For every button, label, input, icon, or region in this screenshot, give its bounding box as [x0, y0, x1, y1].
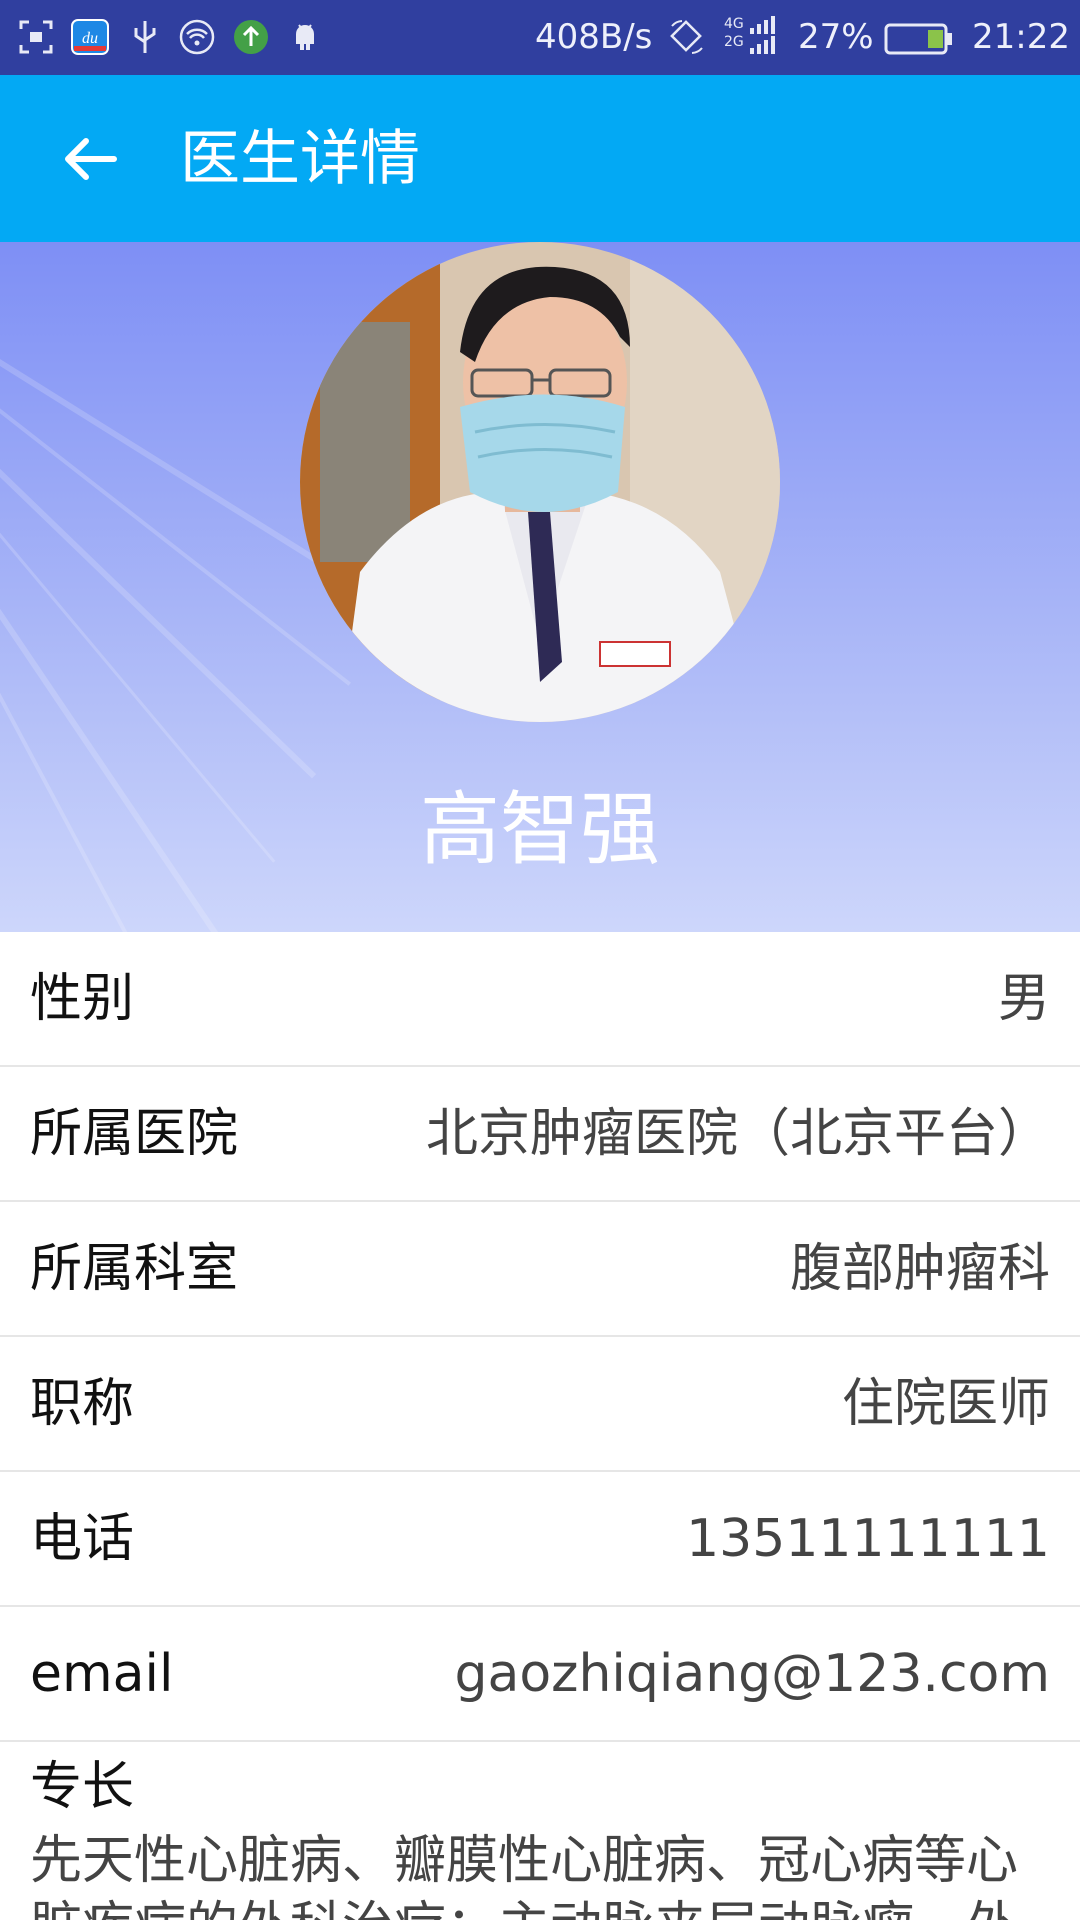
signal-icon: 4G 2G — [722, 16, 782, 58]
battery-icon — [884, 23, 952, 55]
email-row[interactable]: email gaozhiqiang@123.com — [0, 1607, 1080, 1742]
profile-header: 高智强 — [0, 242, 1080, 932]
upload-icon — [234, 20, 268, 54]
phone-value[interactable]: 13511111111 — [686, 1472, 1050, 1607]
specialty-label: 专长 — [30, 1757, 135, 1817]
hospital-value: 北京肿瘤医院（北京平台） — [425, 1104, 1050, 1164]
job-title-value: 住院医师 — [841, 1374, 1050, 1434]
android-icon — [296, 24, 314, 50]
gender-label: 性别 — [30, 969, 135, 1029]
doctor-name: 高智强 — [420, 783, 660, 876]
rotate-icon — [670, 20, 703, 54]
network-speed: 408B/s — [535, 17, 653, 57]
svg-text:du: du — [82, 30, 98, 47]
wifi-icon — [179, 19, 215, 55]
back-arrow-icon[interactable] — [50, 119, 130, 199]
status-bar: du 408B/s 4G 2G 27% 21:22 — [0, 0, 1080, 75]
gender-row: 性别 男 — [0, 932, 1080, 1067]
info-list: 性别 男 所属医院 北京肿瘤医院（北京平台） 所属科室 腹部肿瘤科 职称 住院医… — [0, 932, 1080, 1742]
usb-icon — [134, 21, 156, 53]
app-bar: 医生详情 — [0, 75, 1080, 242]
doctor-avatar — [300, 242, 780, 722]
clock: 21:22 — [972, 17, 1070, 57]
battery-percent: 27% — [798, 17, 874, 57]
job-title-label: 职称 — [30, 1374, 135, 1434]
hospital-row: 所属医院 北京肿瘤医院（北京平台） — [0, 1067, 1080, 1202]
page-title: 医生详情 — [180, 124, 420, 194]
gender-value: 男 — [997, 969, 1050, 1029]
du-app-icon: du — [71, 19, 109, 55]
department-label: 所属科室 — [30, 1239, 239, 1299]
screenshot-icon — [19, 20, 53, 54]
email-label: email — [30, 1644, 174, 1704]
email-value[interactable]: gaozhiqiang@123.com — [454, 1607, 1050, 1742]
department-row: 所属科室 腹部肿瘤科 — [0, 1202, 1080, 1337]
specialty-text: 先天性心脏病、瓣膜性心脏病、冠心病等心脏疾病的外科治疗；主动脉夹层动脉瘤、外 — [30, 1831, 1019, 1920]
hospital-label: 所属医院 — [30, 1104, 239, 1164]
phone-row[interactable]: 电话 13511111111 — [0, 1472, 1080, 1607]
department-value: 腹部肿瘤科 — [789, 1239, 1050, 1299]
battery-fill — [928, 30, 943, 48]
phone-label: 电话 — [30, 1509, 135, 1569]
specialty-section: 专长 先天性心脏病、瓣膜性心脏病、冠心病等心脏疾病的外科治疗；主动脉夹层动脉瘤、… — [0, 1742, 1080, 1920]
title-row: 职称 住院医师 — [0, 1337, 1080, 1472]
